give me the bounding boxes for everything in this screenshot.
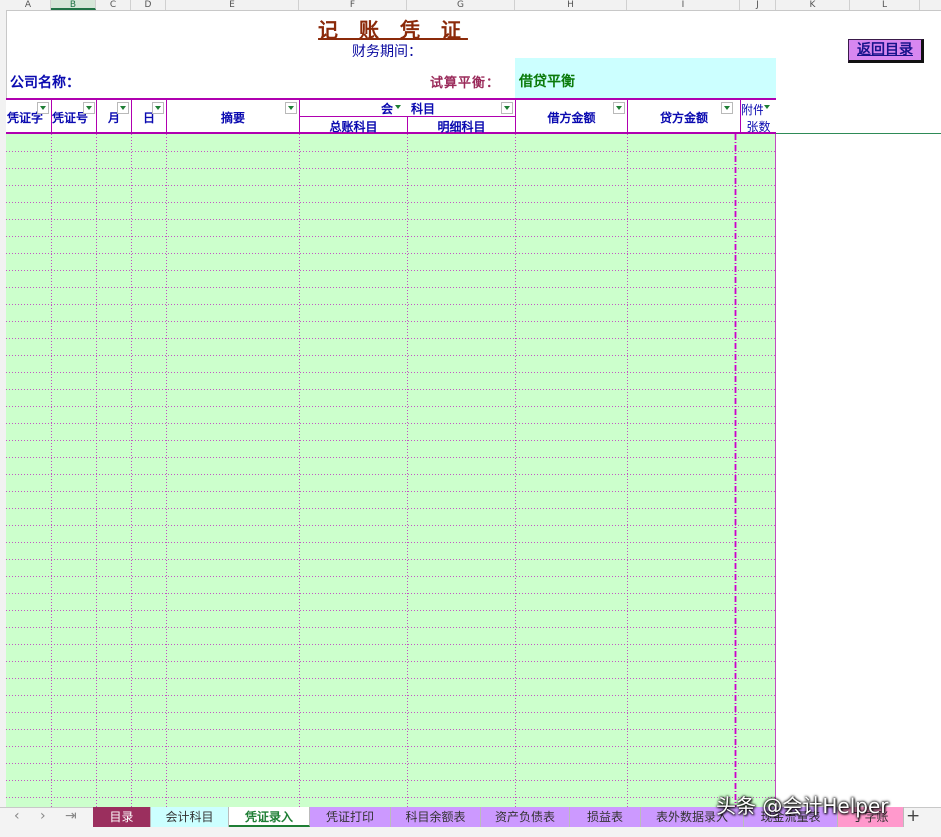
sheet-tab[interactable]: 凭证打印 [310,807,391,827]
filter-dropdown-icon[interactable] [501,102,513,114]
header-debit: 借方金额 [547,111,596,125]
back-to-index-button[interactable]: 返回目录 [848,39,924,63]
sheet-tab[interactable]: 科目余额表 [391,807,481,827]
scroll-left-icon[interactable]: ‹ [14,808,20,824]
column-header-g[interactable]: G [407,0,515,10]
filter-dropdown-icon[interactable] [393,102,405,114]
column-header-j[interactable]: J [740,0,776,10]
column-header-k[interactable]: K [776,0,850,10]
trial-balance-label: 试算平衡： [430,76,501,91]
header-summary: 摘要 [220,111,245,125]
column-header-f[interactable]: F [299,0,407,10]
filter-dropdown-icon[interactable] [117,102,129,114]
header-detail-account: 明细科目 [437,120,486,134]
period-label: 财务期间： [352,44,422,60]
header-attachment-bottom: 张数 [746,120,771,134]
freeze-pane-line [776,133,941,134]
scroll-right-icon[interactable]: › [40,808,46,824]
sheet-tab[interactable]: 损益表 [570,807,641,827]
column-header-a[interactable]: A [6,0,51,10]
column-header-d[interactable]: D [131,0,166,10]
add-sheet-icon[interactable]: + [906,806,920,826]
grid-lines [6,134,776,807]
sheet-tab[interactable]: 会计科目 [151,807,229,827]
sheet-tab[interactable]: 资产负债表 [481,807,570,827]
column-header-l[interactable]: L [850,0,920,10]
trial-balance-value: 借贷平衡 [519,74,575,90]
filter-dropdown-icon[interactable] [152,102,164,114]
column-header-h[interactable]: H [515,0,627,10]
filter-dropdown-icon[interactable] [83,102,95,114]
header-general-account: 总账科目 [329,120,378,134]
header-account-group-suffix: 科目 [410,102,435,116]
column-header-b[interactable]: B [51,0,96,10]
watermark: 头条 @会计Helper [716,794,889,818]
column-header-c[interactable]: C [96,0,131,10]
sheet-tab[interactable]: 凭证录入 [229,807,310,827]
filter-dropdown-icon[interactable] [285,102,297,114]
filter-dropdown-icon[interactable] [37,102,49,114]
filter-dropdown-icon[interactable] [762,102,774,114]
filter-dropdown-icon[interactable] [613,102,625,114]
column-header-e[interactable]: E [166,0,299,10]
column-header-i[interactable]: I [627,0,740,10]
header-attachment-top: 附件 [741,103,763,117]
scroll-last-icon[interactable]: ⇥ [65,808,77,824]
voucher-title: 记 账 凭 证 [318,18,468,42]
column-header-bar: ABCDEFGHIJKL [0,0,941,11]
company-name-label: 公司名称： [10,75,80,91]
filter-dropdown-icon[interactable] [721,102,733,114]
sheet-tab[interactable]: 目录 [93,807,151,827]
